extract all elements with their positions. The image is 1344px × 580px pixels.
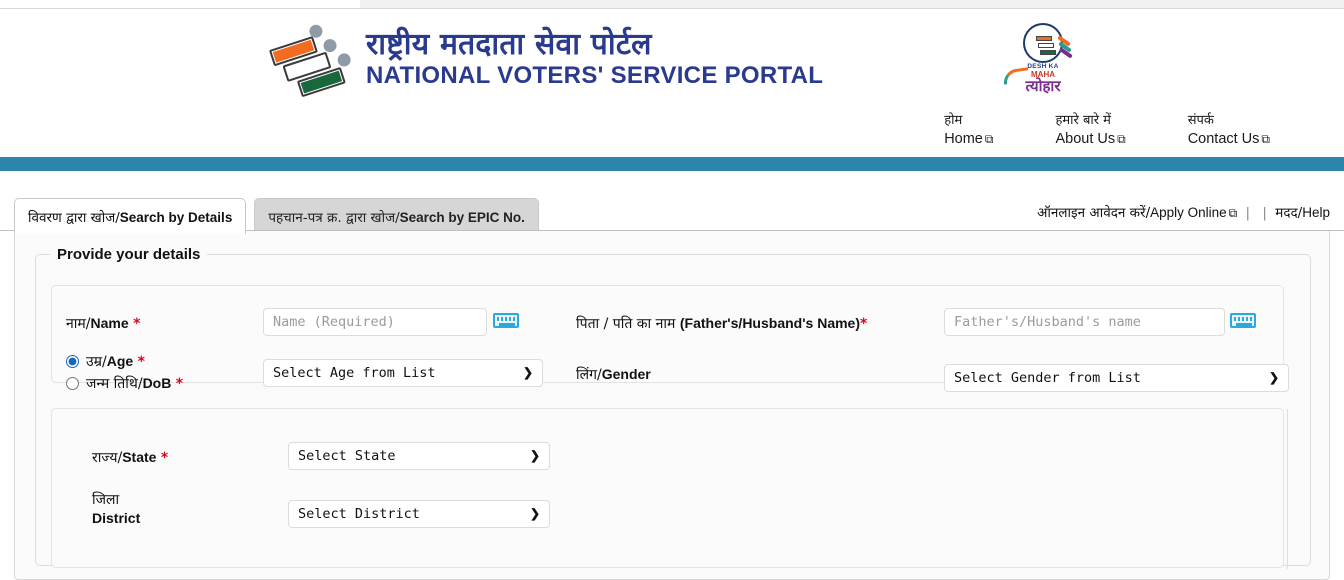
link-separator-1: | — [1245, 205, 1251, 221]
gender-select-wrapper: Select Gender from List ❯ — [944, 364, 1289, 392]
nav-item-home[interactable]: होम Home ⧉ — [944, 113, 994, 147]
header-accent-band — [0, 157, 1344, 171]
state-select[interactable]: Select State — [288, 442, 550, 470]
nav-item-contact-us-hindi: संपर्क — [1187, 113, 1214, 128]
age-radio-row[interactable]: उम्र/Age * — [66, 352, 183, 371]
external-link-icon: ⧉ — [1117, 131, 1126, 146]
state-select-wrapper: Select State ❯ — [288, 442, 550, 470]
brand-block: राष्ट्रीय मतदाता सेवा पोर्टल NATIONAL VO… — [268, 22, 823, 98]
site-titles: राष्ट्रीय मतदाता सेवा पोर्टल NATIONAL VO… — [366, 22, 823, 90]
desh-ka-maha-tyohar-logo-icon: DESH KA MAHA त्योहार — [1002, 23, 1083, 95]
personal-details-group: नाम/Name * पिता / पति का नाम (Father's/H… — [51, 285, 1289, 392]
nav-item-about-us[interactable]: हमारे बारे में About Us ⧉ — [1055, 113, 1126, 147]
father-husband-name-input[interactable] — [944, 308, 1225, 336]
tab-search-by-details-english: Search by Details — [119, 210, 233, 225]
page-root: राष्ट्रीय मतदाता सेवा पोर्टल NATIONAL VO… — [0, 0, 1344, 580]
dob-label: जन्म तिथि/DoB * — [86, 375, 184, 393]
nav-item-home-hindi: होम — [944, 113, 963, 128]
provide-your-details-legend: Provide your details — [57, 246, 201, 263]
tab-search-by-epic-no-hindi: पहचान-पत्र क्र. द्वारा खोज/ — [268, 210, 400, 226]
district-select[interactable]: Select District — [288, 500, 550, 528]
tab-search-by-epic-no[interactable]: पहचान-पत्र क्र. द्वारा खोज/Search by EPI… — [254, 198, 539, 234]
father-husband-name-label: पिता / पति का नाम (Father's/Husband's Na… — [576, 315, 868, 332]
tab-search-by-details-hindi: विवरण द्वारा खोज/ — [28, 210, 120, 226]
gender-select[interactable]: Select Gender from List — [944, 364, 1289, 392]
search-panel: Provide your details नाम/Name * पिता / प… — [14, 231, 1330, 580]
location-details-group: राज्य/State * Select State ❯ जिला Distri… — [51, 408, 1288, 569]
nav-item-contact-us-english: Contact Us ⧉ — [1187, 130, 1270, 147]
virtual-keyboard-icon-name[interactable] — [493, 313, 519, 328]
site-header: राष्ट्रीय मतदाता सेवा पोर्टल NATIONAL VO… — [0, 9, 1344, 157]
dob-radio-row[interactable]: जन्म तिथि/DoB * — [66, 374, 183, 393]
age-dob-radio-group: उम्र/Age * जन्म तिथि/DoB * — [66, 352, 183, 396]
nav-item-home-english: Home ⧉ — [944, 130, 994, 147]
nav-item-contact-us[interactable]: संपर्क Contact Us ⧉ — [1187, 113, 1270, 147]
district-label: जिला District — [92, 492, 141, 527]
site-title-english: NATIONAL VOTERS' SERVICE PORTAL — [366, 61, 824, 89]
nav-item-about-us-english: About Us ⧉ — [1055, 130, 1126, 147]
state-required-marker: * — [160, 450, 169, 466]
help-link[interactable]: मदद/Help — [1275, 205, 1330, 221]
location-group-divider — [1287, 409, 1288, 569]
external-link-icon: ⧉ — [1261, 131, 1270, 146]
browser-top-strip-right — [360, 0, 1344, 8]
name-input[interactable] — [263, 308, 487, 336]
tab-search-by-details[interactable]: विवरण द्वारा खोज/Search by Details — [14, 198, 247, 234]
gender-label: लिंग/Gender — [576, 366, 651, 383]
nav-item-about-us-hindi: हमारे बारे में — [1055, 113, 1111, 128]
age-label: उम्र/Age * — [86, 353, 145, 370]
state-label: राज्य/State * — [92, 449, 169, 466]
dob-radio[interactable] — [66, 377, 79, 391]
name-required-marker: * — [133, 316, 141, 332]
father-required-marker: * — [860, 316, 868, 332]
search-mode-tabs: विवरण द्वारा खोज/Search by Details पहचान… — [14, 198, 539, 234]
apply-online-link[interactable]: ऑनलाइन आवेदन करें/Apply Online ⧉ — [1037, 205, 1237, 221]
campaign-line3: त्योहार — [1025, 77, 1061, 95]
eci-logo-icon — [262, 12, 358, 108]
district-select-wrapper: Select District ❯ — [288, 500, 550, 528]
external-link-icon: ⧉ — [984, 131, 994, 146]
name-label: नाम/Name * — [66, 315, 141, 332]
age-radio[interactable] — [66, 355, 79, 369]
provide-your-details-fieldset: Provide your details नाम/Name * पिता / प… — [35, 246, 1311, 569]
link-separator-2: | — [1262, 205, 1267, 221]
virtual-keyboard-icon-father[interactable] — [1230, 313, 1256, 328]
tab-search-by-epic-no-english: Search by EPIC No. — [399, 210, 525, 225]
age-select-wrapper: Select Age from List ❯ — [263, 359, 543, 387]
browser-top-strip — [0, 0, 1344, 9]
primary-nav: होम Home ⧉ हमारे बारे में About Us ⧉ संपर्… — [944, 113, 1270, 147]
site-title-hindi: राष्ट्रीय मतदाता सेवा पोर्टल — [366, 27, 652, 62]
campaign-line1: DESH KA — [1027, 63, 1059, 70]
external-link-icon: ⧉ — [1228, 206, 1238, 220]
utility-links: ऑनलाइन आवेदन करें/Apply Online ⧉ | | मदद/… — [1037, 203, 1330, 221]
age-select[interactable]: Select Age from List — [263, 359, 543, 387]
